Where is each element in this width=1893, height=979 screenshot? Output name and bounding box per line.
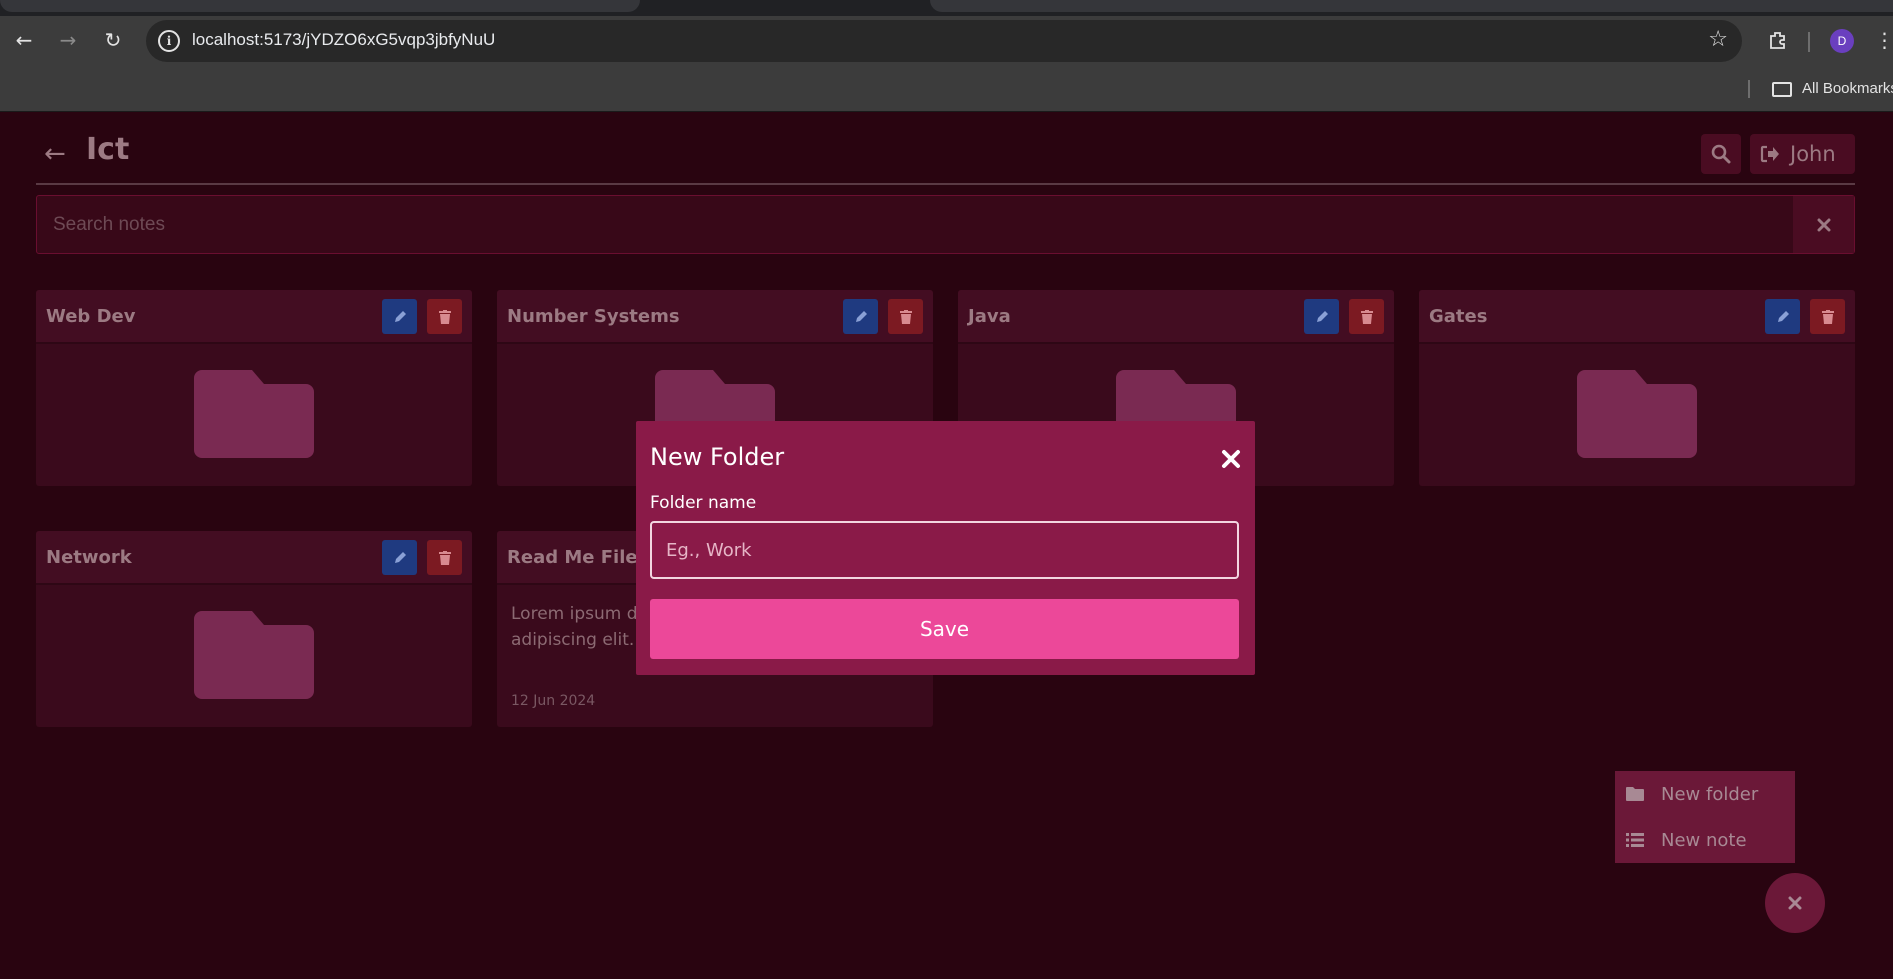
folder-title: Web Dev [46,306,136,327]
folder-name-input[interactable] [650,521,1239,579]
new-folder-modal: New Folder Folder name Save [636,421,1255,675]
edit-button[interactable] [382,540,417,575]
folder-card[interactable]: Web Dev [36,290,472,486]
save-button[interactable]: Save [650,599,1239,659]
folder-icon [1625,787,1645,801]
close-icon [1788,896,1802,910]
pencil-icon [1316,310,1328,322]
user-name: John [1790,142,1836,166]
back-arrow-icon[interactable]: ← [44,139,66,169]
folder-card[interactable]: Gates [1419,290,1855,486]
search-button[interactable] [1701,134,1741,174]
folder-name-label: Folder name [650,493,757,513]
modal-close-button[interactable] [1221,443,1241,476]
edit-button[interactable] [1765,299,1800,334]
logout-button[interactable]: John [1750,134,1855,174]
site-info-icon[interactable]: i [158,30,180,52]
search-icon [1711,144,1731,164]
browser-tab[interactable] [0,0,640,12]
bookmarks-bar [0,82,1893,112]
folder-title: Java [968,306,1011,327]
folder-card[interactable]: Network [36,531,472,727]
edit-button[interactable] [1304,299,1339,334]
trash-icon [1821,309,1834,324]
fab-menu: New folder New note [1615,771,1795,863]
browser-tab[interactable] [930,0,1893,12]
folder-icon [194,611,314,699]
card-header: Network [36,531,472,585]
address-bar[interactable]: i localhost:5173/jYDZO6xG5vqp3jbfyNuU ☆ [146,20,1742,62]
fab-close-button[interactable] [1765,873,1825,933]
card-header: Number Systems [497,290,933,344]
new-folder-menu-item[interactable]: New folder [1615,771,1795,817]
folder-title: Number Systems [507,306,680,327]
delete-button[interactable] [1810,299,1845,334]
list-icon [1625,833,1645,847]
folder-icon [1577,370,1697,458]
pencil-icon [394,551,406,563]
pencil-icon [1777,310,1789,322]
delete-button[interactable] [427,540,462,575]
folder-title: Gates [1429,306,1488,327]
bookmarks-separator [1748,80,1750,98]
note-title: Read Me File [507,547,638,568]
address-url[interactable]: localhost:5173/jYDZO6xG5vqp3jbfyNuU [192,30,495,50]
new-note-menu-item[interactable]: New note [1615,817,1795,863]
folder-icon [194,370,314,458]
folder-icon [1772,82,1792,97]
reload-icon[interactable]: ↻ [97,24,129,56]
search-input[interactable] [37,196,1794,253]
close-icon [1817,218,1830,231]
new-folder-label: New folder [1661,783,1759,805]
trash-icon [1360,309,1373,324]
delete-button[interactable] [888,299,923,334]
trash-icon [438,550,451,565]
folder-title: Network [46,547,132,568]
toolbar-separator [1808,32,1810,52]
delete-button[interactable] [1349,299,1384,334]
browser-tab-strip [0,0,1893,16]
trash-icon [438,309,451,324]
back-arrow-icon[interactable]: ← [8,24,40,56]
menu-kebab-icon[interactable]: ⋮ [1875,24,1893,56]
bookmark-star-icon[interactable]: ☆ [1708,27,1728,52]
header-divider [36,183,1855,185]
card-header: Gates [1419,290,1855,344]
note-date: 12 Jun 2024 [511,693,596,709]
delete-button[interactable] [427,299,462,334]
all-bookmarks-link[interactable]: All Bookmarks [1802,80,1893,97]
pencil-icon [855,310,867,322]
modal-title: New Folder [650,443,785,471]
new-note-label: New note [1661,829,1747,851]
profile-avatar[interactable]: D [1830,29,1854,53]
pencil-icon [394,310,406,322]
trash-icon [899,309,912,324]
page-title: Ict [86,132,130,167]
browser-toolbar: ← → ↻ i localhost:5173/jYDZO6xG5vqp3jbfy… [0,16,1893,82]
edit-button[interactable] [382,299,417,334]
close-icon [1222,450,1240,468]
card-header: Web Dev [36,290,472,344]
sign-out-icon [1760,145,1779,163]
forward-arrow-icon[interactable]: → [52,24,84,56]
clear-search-button[interactable] [1793,196,1854,253]
edit-button[interactable] [843,299,878,334]
search-bar [36,195,1855,254]
extensions-icon[interactable] [1762,24,1794,56]
card-header: Java [958,290,1394,344]
